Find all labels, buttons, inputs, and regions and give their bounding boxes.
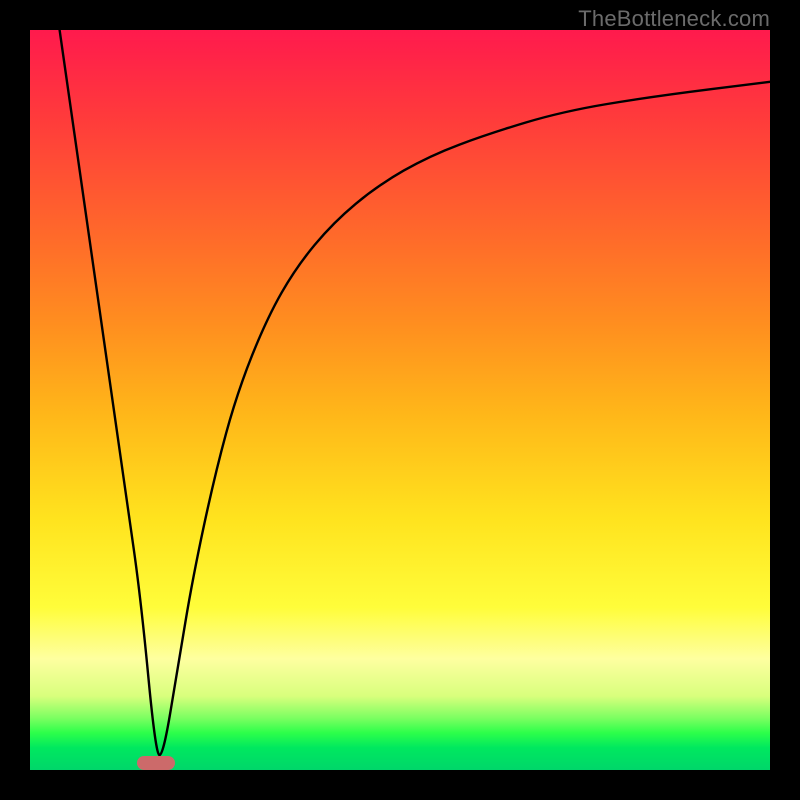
- plot-area: [30, 30, 770, 770]
- optimum-marker: [137, 756, 175, 770]
- watermark-text: TheBottleneck.com: [578, 6, 770, 32]
- chart-canvas: TheBottleneck.com: [0, 0, 800, 800]
- bottleneck-curve: [30, 30, 770, 770]
